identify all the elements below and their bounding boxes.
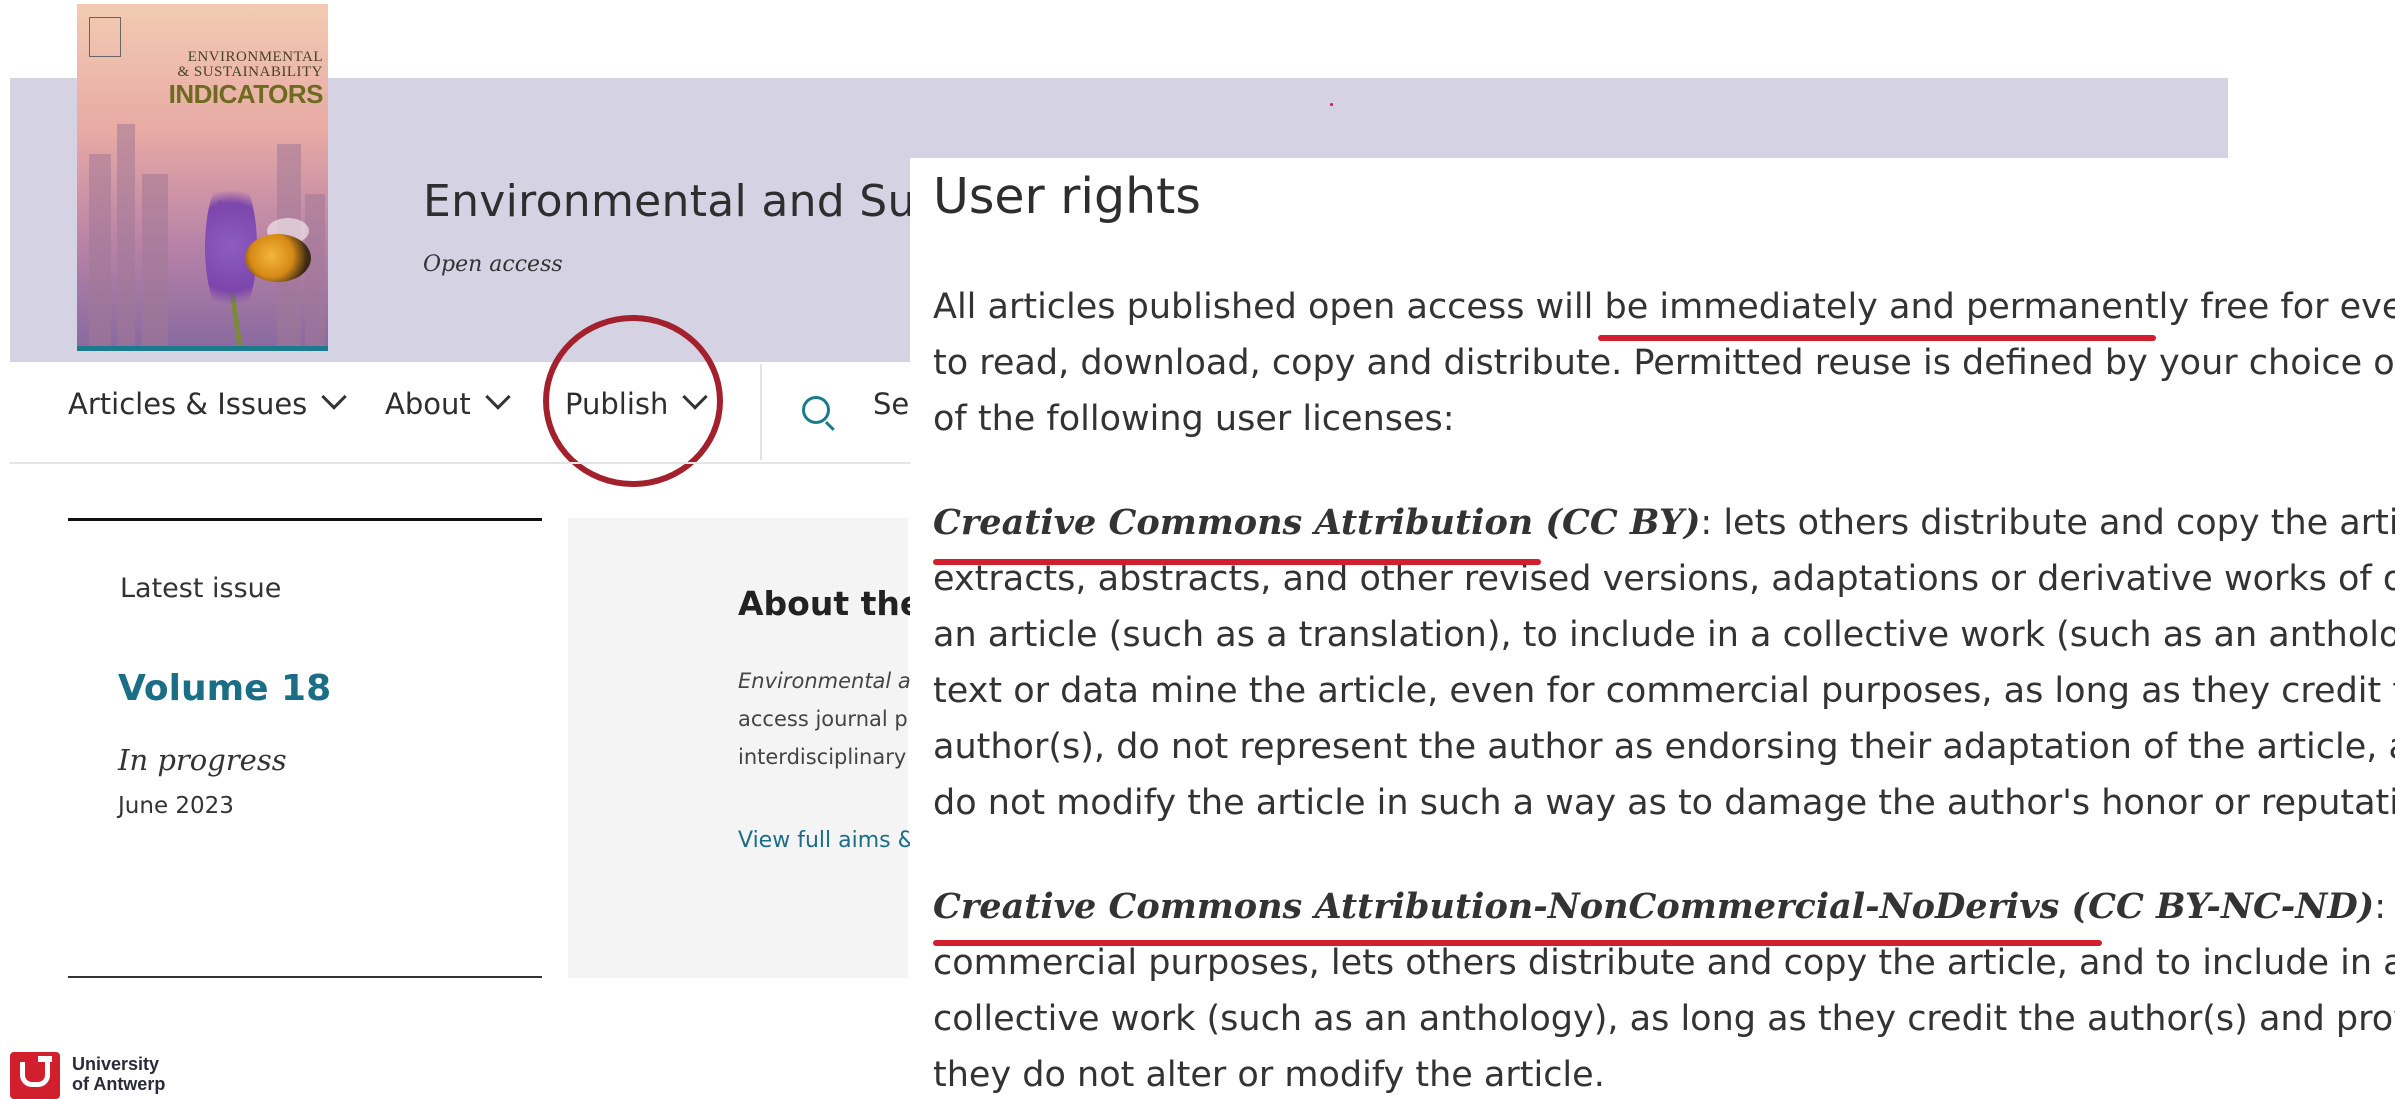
nav-divider [760, 364, 762, 460]
rights-text: : [2374, 887, 2387, 927]
nav-articles-issues[interactable]: Articles & Issues [68, 384, 348, 421]
about-text-line: access journal p [738, 707, 908, 731]
user-rights-panel: User rights All articles published open … [910, 158, 2395, 1099]
nav-about[interactable]: About [385, 384, 511, 421]
view-aims-link[interactable]: View full aims & [738, 828, 915, 853]
cover-title-line: & SUSTAINABILITY [177, 64, 323, 80]
journal-cover-image[interactable]: ENVIRONMENTAL & SUSTAINABILITY INDICATOR… [77, 4, 328, 346]
rights-text-line: an article (such as a translation), to i… [933, 615, 2395, 655]
chevron-down-icon [321, 384, 348, 410]
rights-text-line: they do not alter or modify the article. [933, 1055, 1605, 1095]
latest-issue-top-rule [68, 518, 542, 521]
rights-text-line: Creative Commons Attribution (CC BY): le… [933, 502, 2395, 544]
issue-status: In progress [118, 743, 287, 777]
rights-text-line: author(s), do not represent the author a… [933, 727, 2395, 767]
rights-text-line: All articles published open access will … [933, 286, 2395, 328]
free-access-underline [1598, 335, 2156, 341]
rights-text-line: commercial purposes, lets others distrib… [933, 943, 2395, 983]
cover-building [117, 124, 135, 346]
header-dot [1330, 103, 1333, 106]
volume-link[interactable]: Volume 18 [118, 668, 331, 709]
cc-by-license-name: Creative Commons Attribution (CC BY) [933, 502, 1701, 543]
publisher-logo-icon [89, 17, 121, 57]
rights-text-line: Creative Commons Attribution-NonCommerci… [933, 886, 2395, 928]
cc-by-underline [933, 559, 1541, 565]
user-rights-heading: User rights [933, 168, 1201, 225]
university-antwerp-logo-icon [10, 1052, 60, 1099]
cc-by-nc-nd-underline [933, 940, 2102, 946]
university-name-line: of Antwerp [72, 1074, 166, 1094]
about-text-line: Environmental a [738, 669, 911, 693]
university-name-line: University [72, 1054, 160, 1074]
cover-bee [245, 234, 311, 282]
free-access-highlight: immediately and permanently free [1659, 287, 2270, 327]
chevron-down-icon [485, 384, 511, 410]
latest-issue-label: Latest issue [120, 573, 282, 604]
rights-text: All articles published open access will … [933, 287, 1660, 327]
rights-text: lets others distribute and copy the arti… [1723, 503, 2395, 543]
rights-text-line: of the following user licenses: [933, 399, 1455, 439]
rights-text-line: to read, download, copy and distribute. … [933, 343, 2395, 383]
cover-building [142, 174, 168, 346]
nav-bottom-border [10, 462, 1060, 464]
nav-label: About [385, 387, 471, 421]
journal-title[interactable]: Environmental and Sust [423, 176, 956, 227]
nav-label: Articles & Issues [68, 387, 308, 421]
rights-text: for everyone [2280, 287, 2395, 327]
open-access-label: Open access [423, 252, 563, 277]
rights-text: for non- [2386, 887, 2395, 927]
about-heading: About the [738, 584, 923, 623]
cc-by-nc-nd-license-name: Creative Commons Attribution-NonCommerci… [933, 886, 2375, 927]
latest-issue-bottom-rule [68, 976, 542, 978]
cover-building [89, 154, 111, 346]
cover-underline [77, 346, 328, 351]
cover-title-main: INDICATORS [168, 79, 324, 109]
search-icon[interactable] [802, 396, 830, 424]
issue-date: June 2023 [118, 793, 234, 819]
rights-text-line: collective work (such as an anthology), … [933, 999, 2395, 1039]
cover-building [305, 194, 325, 346]
rights-text-line: do not modify the article in such a way … [933, 783, 2395, 823]
about-text-line: interdisciplinary [738, 745, 907, 769]
cover-title-line: ENVIRONMENTAL [187, 49, 323, 65]
rights-text: : [1700, 503, 1713, 543]
rights-text-line: text or data mine the article, even for … [933, 671, 2395, 711]
